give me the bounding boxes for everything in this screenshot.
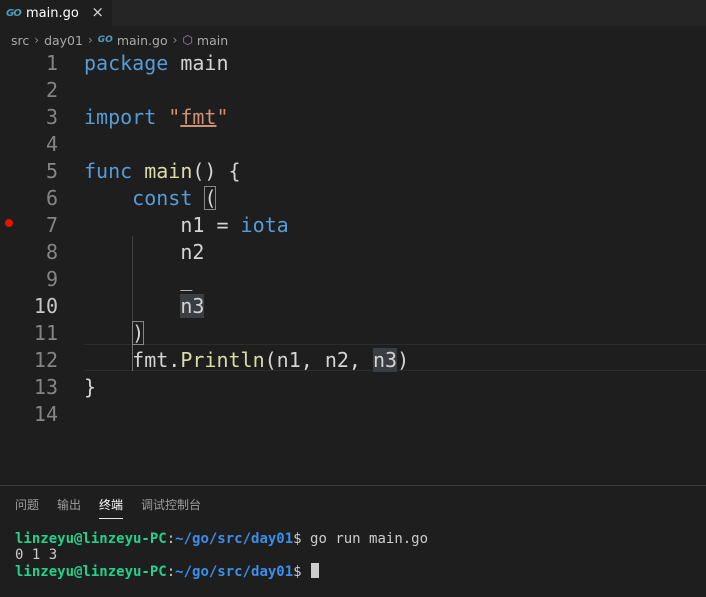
- line-number: 6: [45, 186, 58, 210]
- code-line: 7 n1 = iota: [0, 212, 706, 239]
- keyword-token: package: [84, 51, 169, 75]
- breadcrumb-item-day01[interactable]: day01: [44, 33, 83, 48]
- identifier-token: fmt.: [132, 348, 181, 372]
- tab-debug-console[interactable]: 调试控制台: [141, 496, 201, 513]
- go-file-icon: GO: [6, 7, 22, 19]
- identifier-token: n3: [180, 294, 205, 318]
- identifier-token: n3: [373, 348, 398, 372]
- keyword-token: const: [132, 186, 193, 210]
- identifier-token: _: [180, 267, 193, 291]
- line-number: 5: [45, 159, 58, 183]
- terminal-line[interactable]: linzeyu@linzeyu-PC:~/go/src/day01$: [15, 563, 320, 580]
- line-number: 13: [33, 375, 58, 399]
- function-token: Println: [180, 348, 265, 372]
- line-number: 3: [45, 105, 58, 129]
- line-number: 10: [33, 294, 58, 318]
- terminal-prompt: $: [293, 531, 311, 547]
- close-icon[interactable]: ×: [91, 3, 104, 21]
- line-number: 9: [45, 267, 58, 291]
- chevron-right-icon: ›: [34, 33, 40, 47]
- go-file-icon: GO: [97, 35, 113, 45]
- string-token: fmt: [180, 105, 217, 129]
- code-line: 6 const (: [0, 185, 706, 212]
- punctuation-token: }: [84, 375, 97, 399]
- terminal-user: linzeyu@linzeyu-PC: [15, 531, 167, 547]
- bracket-match: ): [132, 321, 145, 345]
- line-number: 1: [45, 51, 58, 75]
- code-line: 8 n2: [0, 239, 706, 266]
- breadcrumb-item-src[interactable]: src: [11, 33, 29, 48]
- terminal-cursor: [311, 563, 320, 578]
- terminal-colon: :: [166, 531, 176, 547]
- cube-icon: ⬡: [182, 33, 193, 47]
- code-line: 1 package main: [0, 50, 706, 77]
- tab-problems[interactable]: 问题: [15, 496, 39, 513]
- line-number: 2: [45, 78, 58, 102]
- terminal-output: 0 1 3: [15, 547, 58, 563]
- breadcrumb-item-symbol[interactable]: main: [197, 33, 228, 48]
- terminal-prompt: $: [293, 564, 311, 580]
- editor-tab-bar: GO main.go ×: [0, 0, 706, 26]
- code-line: 5 func main() {: [0, 158, 706, 185]
- string-quote: ": [216, 105, 229, 129]
- terminal-command: go run main.go: [310, 531, 429, 547]
- line-number: 14: [33, 402, 58, 426]
- code-line: 11 ): [0, 320, 706, 347]
- code-line: 2: [0, 77, 706, 104]
- line-number: 11: [33, 321, 58, 345]
- bottom-panel: 问题 输出 终端 调试控制台 linzeyu@linzeyu-PC:~/go/s…: [0, 485, 706, 597]
- identifier-token: n2: [180, 240, 205, 264]
- tab-terminal[interactable]: 终端: [99, 496, 124, 519]
- string-quote: ": [168, 105, 181, 129]
- bracket-match: (: [204, 186, 217, 210]
- code-line: 12 fmt.Println(n1, n2, n3): [0, 347, 706, 374]
- breadcrumb-item-file[interactable]: main.go: [117, 33, 168, 48]
- line-number: 4: [45, 132, 58, 156]
- keyword-token: func: [84, 159, 133, 183]
- tab-main-go[interactable]: GO main.go ×: [0, 0, 112, 26]
- identifier-token: main: [180, 51, 229, 75]
- line-number: 8: [45, 240, 58, 264]
- code-line: 9 _: [0, 266, 706, 293]
- keyword-token: import: [84, 105, 157, 129]
- chevron-right-icon: ›: [172, 33, 178, 47]
- tab-output[interactable]: 输出: [57, 496, 81, 513]
- punctuation-token: ): [397, 348, 410, 372]
- identifier-token: (n1, n2,: [264, 348, 374, 372]
- terminal-colon: :: [166, 564, 176, 580]
- punctuation-token: () {: [192, 159, 241, 183]
- function-token: main: [144, 159, 193, 183]
- keyword-token: iota: [240, 213, 289, 237]
- code-line: 4: [0, 131, 706, 158]
- code-line: 14: [0, 401, 706, 428]
- code-line: 13 }: [0, 374, 706, 401]
- tab-label: main.go: [26, 5, 79, 21]
- code-line-current: 10 n3: [0, 293, 706, 320]
- line-number: 12: [33, 348, 58, 372]
- terminal-path: ~/go/src/day01: [175, 564, 294, 580]
- code-line: 3 import "fmt": [0, 104, 706, 131]
- identifier-token: n1 =: [180, 213, 241, 237]
- line-number: 7: [45, 213, 58, 237]
- terminal-line[interactable]: linzeyu@linzeyu-PC:~/go/src/day01$ go ru…: [15, 531, 428, 547]
- terminal-path: ~/go/src/day01: [175, 531, 294, 547]
- chevron-right-icon: ›: [87, 33, 93, 47]
- code-editor[interactable]: 1 package main 2 3 import "fmt" 4 5 func…: [0, 50, 706, 435]
- terminal-user: linzeyu@linzeyu-PC: [15, 564, 167, 580]
